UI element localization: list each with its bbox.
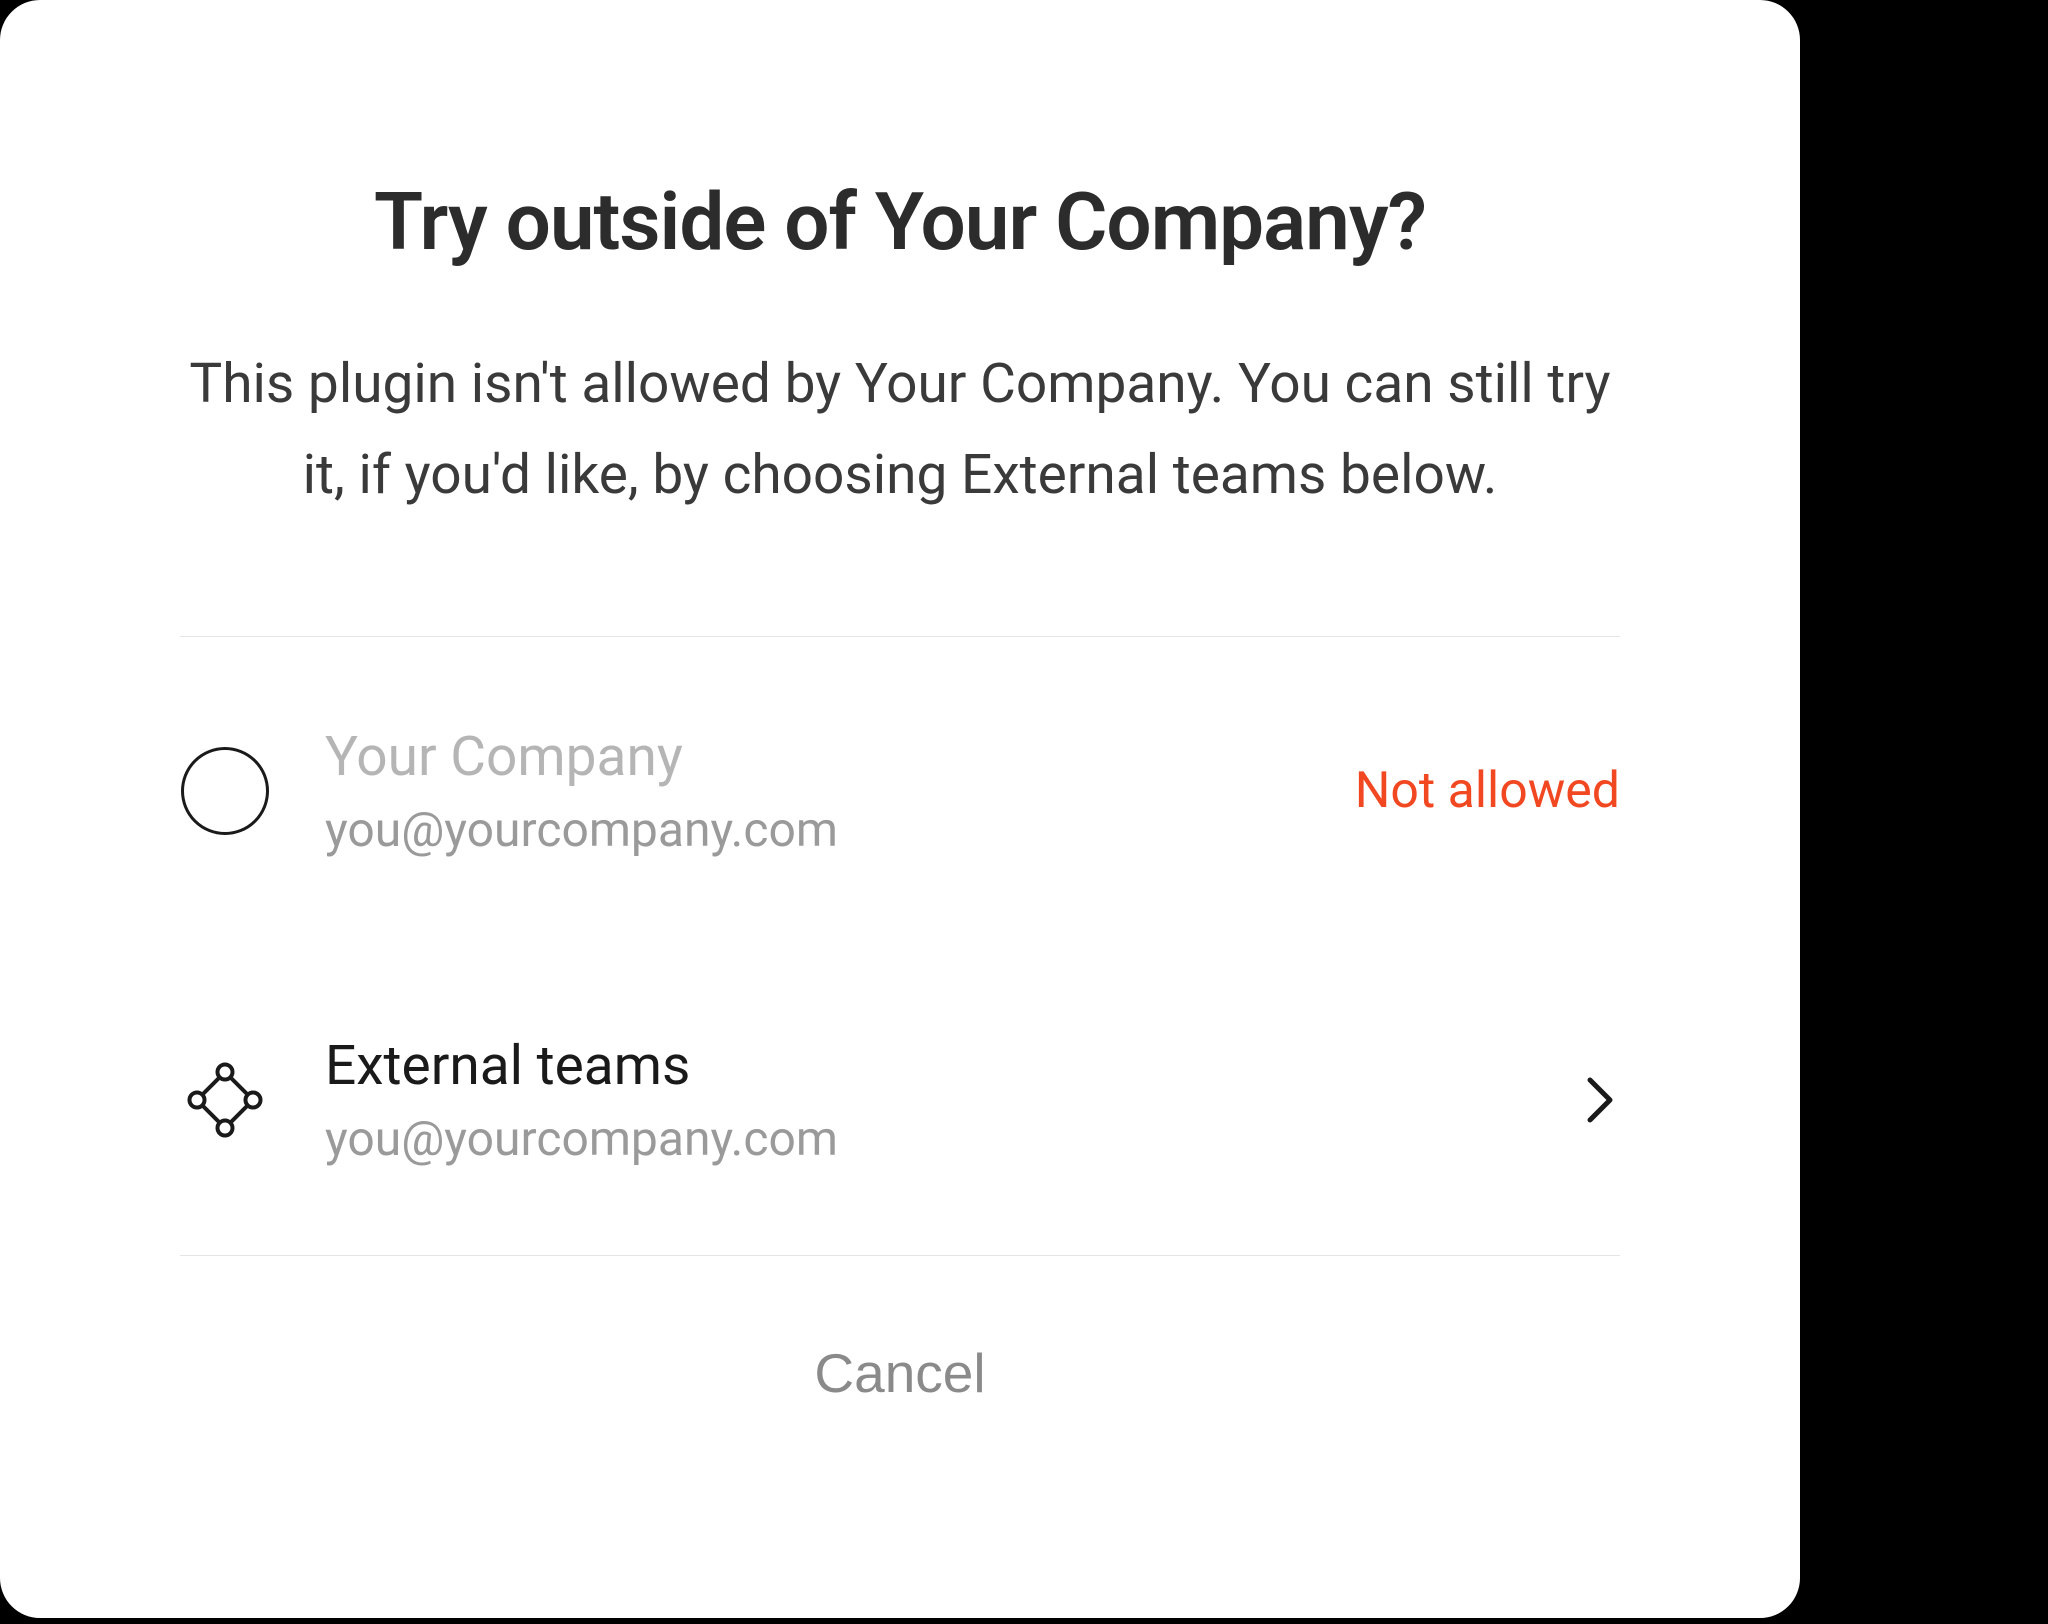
option-external-teams[interactable]: External teams you@yourcompany.com	[180, 946, 1620, 1255]
option-title: Your Company	[325, 725, 1300, 789]
option-email: you@yourcompany.com	[325, 801, 1300, 858]
option-your-company: Your Company you@yourcompany.com Not all…	[180, 637, 1620, 946]
cancel-button[interactable]: Cancel	[0, 1256, 1800, 1490]
option-list: Your Company you@yourcompany.com Not all…	[0, 637, 1800, 1255]
option-text: External teams you@yourcompany.com	[325, 1034, 1525, 1167]
option-title: External teams	[325, 1034, 1525, 1098]
chevron-right-icon	[1580, 1076, 1620, 1124]
option-text: Your Company you@yourcompany.com	[325, 725, 1300, 858]
not-allowed-status: Not allowed	[1355, 762, 1620, 820]
modal-description: This plugin isn't allowed by Your Compan…	[0, 339, 1800, 521]
modal-title: Try outside of Your Company?	[0, 175, 1800, 269]
community-icon	[180, 1055, 270, 1145]
plugin-permission-modal: Try outside of Your Company? This plugin…	[0, 0, 1800, 1618]
option-email: you@yourcompany.com	[325, 1110, 1525, 1167]
circle-icon	[180, 746, 270, 836]
